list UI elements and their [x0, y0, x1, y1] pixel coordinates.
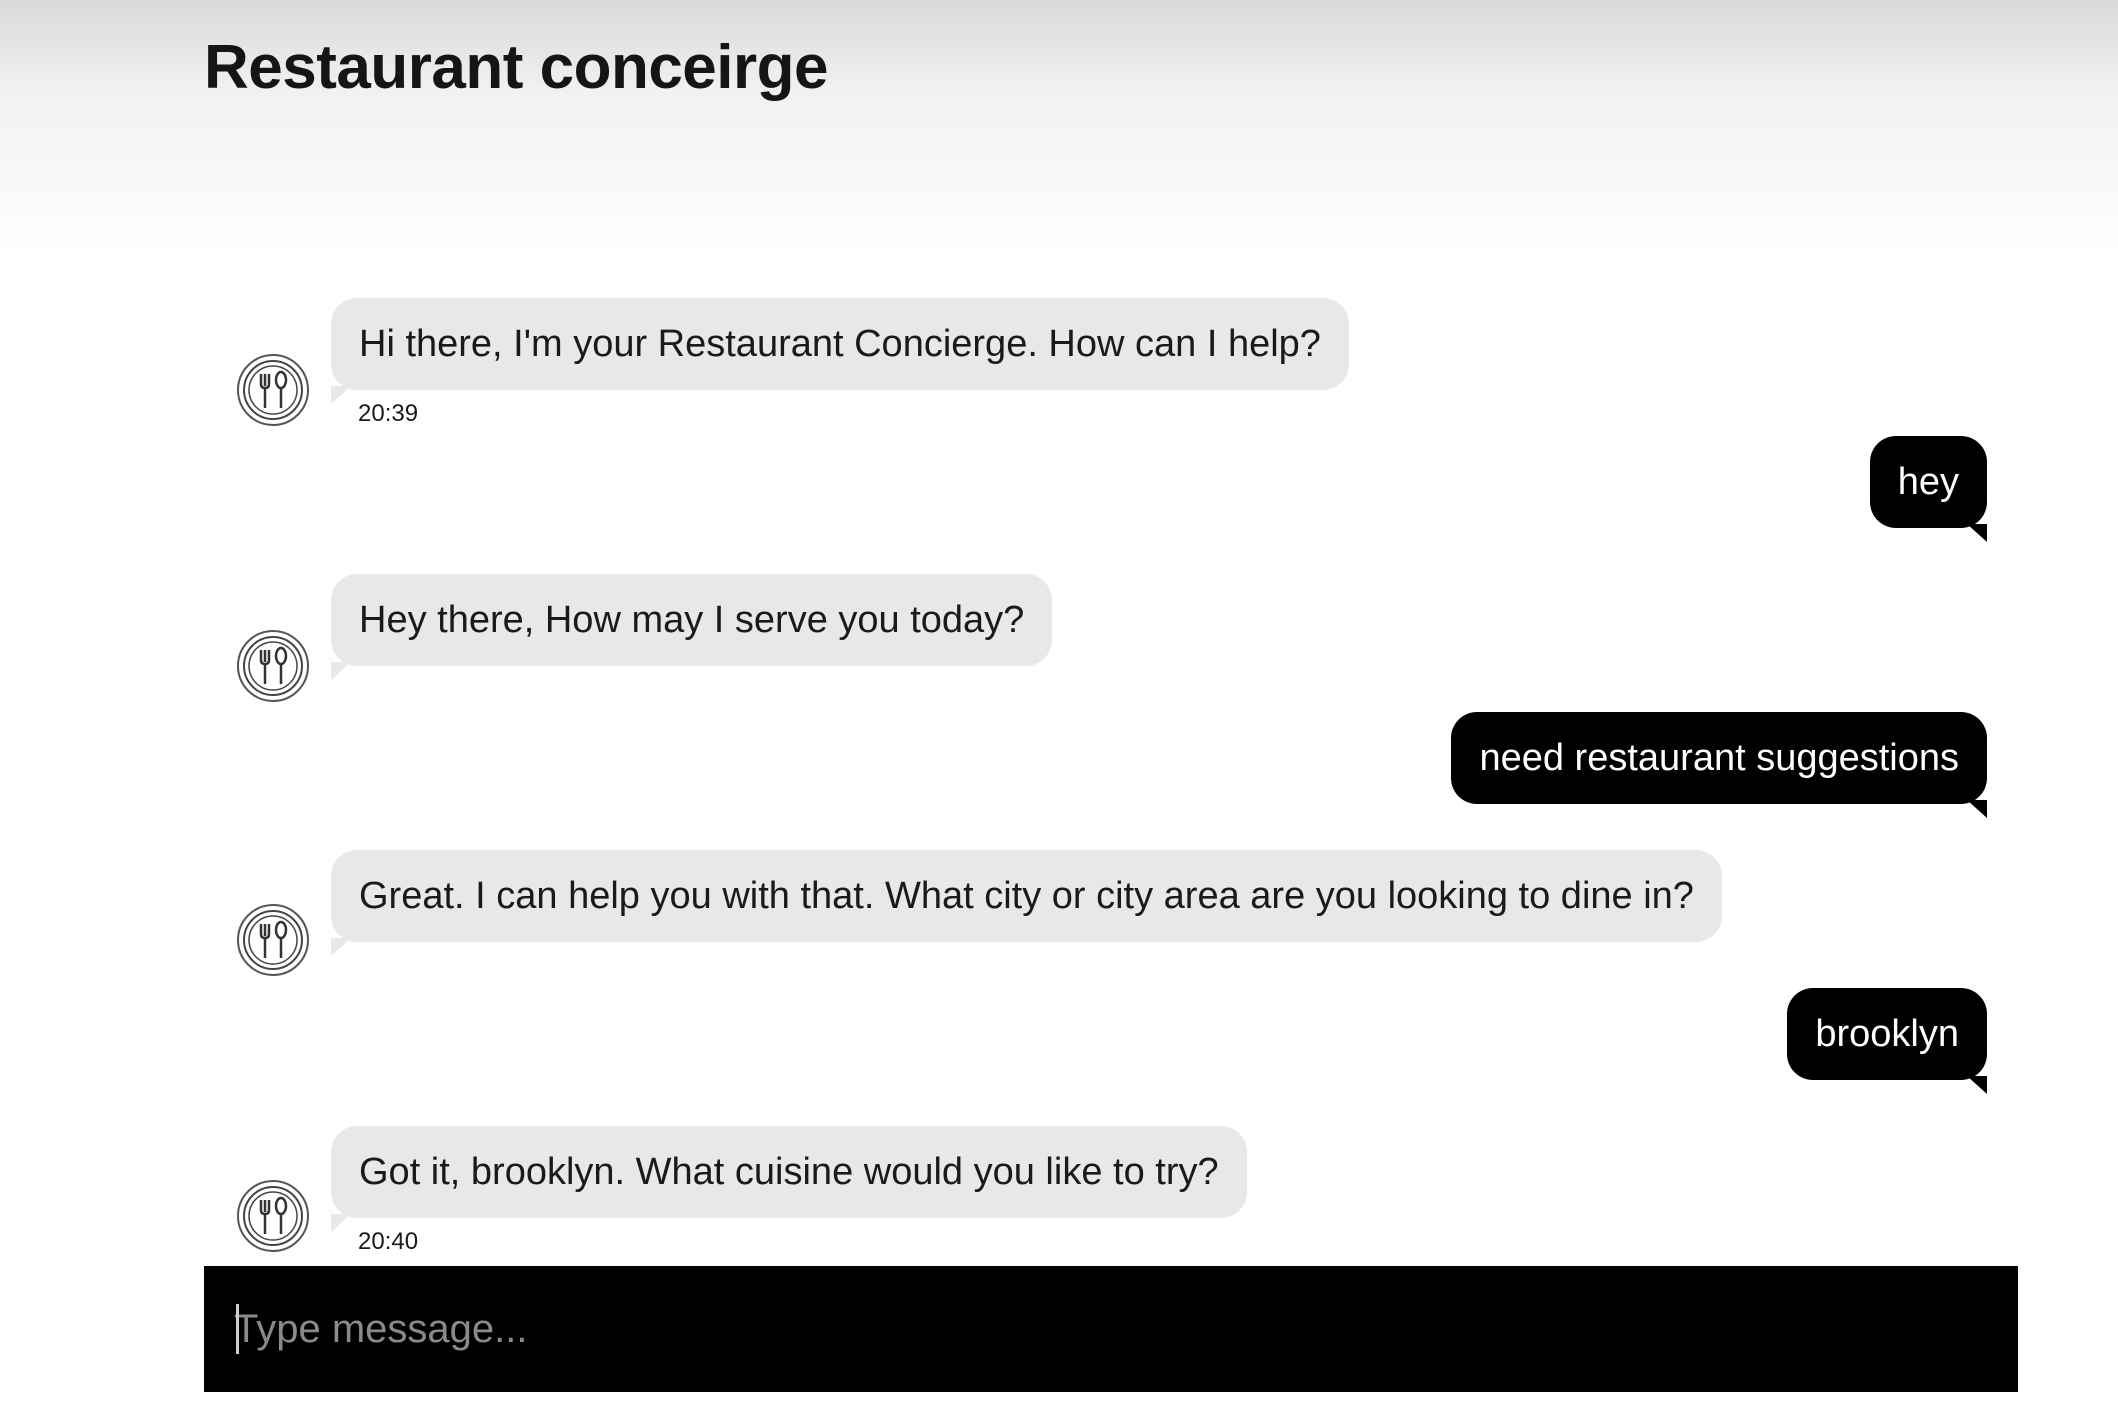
bot-avatar-icon: [237, 1180, 309, 1252]
bot-avatar-icon: [237, 904, 309, 976]
message-composer: [204, 1266, 2018, 1392]
bot-message: Great. I can help you with that. What ci…: [331, 850, 1722, 956]
text-cursor: [236, 1304, 239, 1354]
fork-spoon-icon: [243, 910, 303, 970]
bot-message: Hi there, I'm your Restaurant Concierge.…: [331, 298, 1349, 404]
bot-avatar-icon: [237, 630, 309, 702]
bot-message: Hey there, How may I serve you today?: [331, 574, 1053, 680]
bot-avatar-icon: [237, 354, 309, 426]
message-timestamp: 20:40: [358, 1228, 419, 1255]
bot-message: Got it, brooklyn. What cuisine would you…: [331, 1126, 1247, 1232]
chat-page: Restaurant conceirge Hi there, I'm your …: [0, 0, 2118, 1404]
user-message: hey: [1869, 436, 1988, 542]
user-message: brooklyn: [1787, 988, 1987, 1094]
fork-spoon-icon: [243, 360, 303, 420]
fork-spoon-icon: [243, 1186, 303, 1246]
message-input[interactable]: [234, 1266, 1994, 1392]
user-message: need restaurant suggestions: [1451, 712, 1987, 818]
message-timestamp: 20:39: [358, 400, 419, 427]
fork-spoon-icon: [243, 636, 303, 696]
header: Restaurant conceirge: [0, 0, 2118, 260]
page-title: Restaurant conceirge: [204, 33, 829, 102]
